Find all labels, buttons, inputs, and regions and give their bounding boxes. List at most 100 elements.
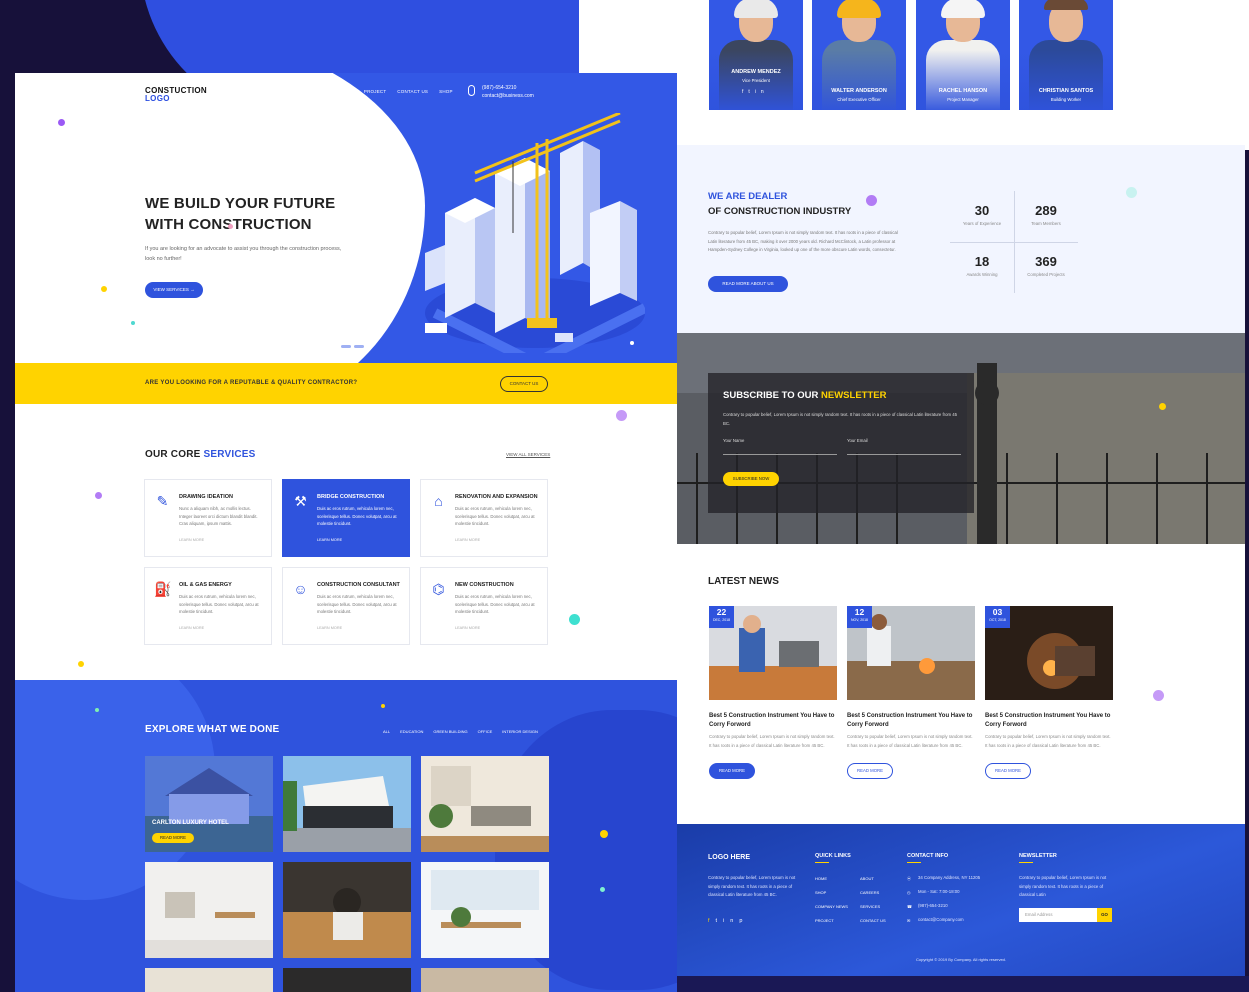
service-card[interactable]: ⚒ BRIDGE CONSTRUCTION Duis ac eros rutru… [282, 479, 410, 557]
view-all-services-link[interactable]: VIEW ALL SERVICES [506, 452, 550, 457]
news-card[interactable]: 22 DEC, 2018 Best 5 Construction Instrume… [709, 606, 837, 780]
main-nav: HOME PAGE SERVICES BLOG PROJECT CONTACT … [255, 89, 453, 94]
slide-dot[interactable] [328, 345, 338, 348]
project-tile[interactable] [145, 968, 273, 992]
footer-link[interactable]: SERVICES [860, 904, 880, 909]
renovation-icon: ⌂ [434, 493, 443, 509]
project-tile[interactable] [283, 968, 411, 992]
read-more-button[interactable]: READ MORE [847, 763, 893, 780]
learn-more-link[interactable]: LEARN MORE [317, 538, 342, 542]
team-card[interactable]: ANDREW MENDEZ Vice President ftin [709, 0, 803, 110]
contact-us-button[interactable]: CONTACT US [500, 376, 548, 392]
project-tile[interactable] [421, 862, 549, 958]
project-image [283, 756, 411, 852]
right-page: ANDREW MENDEZ Vice President ftin WALTER… [677, 0, 1245, 976]
service-card[interactable]: ✎ DRAWING IDEATION Nunc a aliquam nibh, … [144, 479, 272, 557]
footer-email-input[interactable]: Email Address [1019, 908, 1097, 922]
consultant-icon: ☺ [293, 581, 308, 597]
subscribe-button[interactable]: SUBSCRIBE NOW [723, 472, 779, 486]
footer-social: ftinp [708, 918, 748, 924]
newsletter-text: Contrary to popular belief, Lorem Ipsum … [723, 412, 958, 426]
mail-icon: ✉ [907, 918, 911, 923]
stats-grid: 30 Years of Experience 289 Team Members 18… [950, 191, 1078, 293]
helmet-icon [837, 0, 881, 18]
newsletter-section: SUBSCRIBE TO OUR NEWSLETTER Contrary to … [677, 333, 1245, 544]
read-more-button[interactable]: READ MORE [709, 763, 755, 780]
nav-page[interactable]: PAGE [280, 89, 293, 94]
nav-project[interactable]: PROJECT [364, 89, 386, 94]
nav-services[interactable]: SERVICES [304, 89, 328, 94]
learn-more-link[interactable]: LEARN MORE [455, 538, 480, 542]
site-logo[interactable]: CONSTUCTION LOGO [145, 87, 207, 103]
read-more-button[interactable]: READ MORE [985, 763, 1031, 780]
clock-icon: ◷ [907, 890, 911, 895]
nav-blog[interactable]: BLOG [340, 89, 353, 94]
stat-item: 289 Team Members [1031, 203, 1061, 226]
team-card[interactable]: RACHEL HANSON Project Manager [916, 0, 1010, 110]
footer-go-button[interactable]: GO [1097, 908, 1112, 922]
footer-link[interactable]: CAREERS [860, 890, 879, 895]
news-card[interactable]: 03 OCT, 2018 Best 5 Construction Instrume… [985, 606, 1113, 780]
project-tile[interactable] [283, 756, 411, 852]
service-card[interactable]: ⛽ OIL & GAS ENERGY Duis ac eros rutrum, … [144, 567, 272, 645]
footer-link[interactable]: CONTACT US [860, 918, 886, 923]
project-tile[interactable] [283, 862, 411, 958]
pinterest-icon[interactable]: p [739, 918, 748, 924]
read-more-about-button[interactable]: READ MORE ABOUT US [708, 276, 788, 292]
twitter-icon[interactable]: t [716, 918, 724, 924]
nav-contact[interactable]: CONTACT US [397, 89, 428, 94]
bridge-icon: ⚒ [294, 493, 307, 509]
view-services-button[interactable]: VIEW SERVICES → [145, 282, 203, 298]
learn-more-link[interactable]: LEARN MORE [179, 626, 204, 630]
news-image: 22 DEC, 2018 [709, 606, 837, 700]
news-card[interactable]: 12 NOV, 2018 Best 5 Construction Instrume… [847, 606, 975, 780]
newsletter-title: SUBSCRIBE TO OUR NEWSLETTER [723, 390, 887, 401]
date-badge: 03 OCT, 2018 [985, 606, 1010, 628]
team-card[interactable]: CHRISTIAN SANTOS Building Worker [1019, 0, 1113, 110]
email-input[interactable]: Your Email [847, 437, 961, 455]
filter-education[interactable]: EDUCATION [400, 729, 423, 734]
learn-more-link[interactable]: LEARN MORE [455, 626, 480, 630]
filter-all[interactable]: ALL [383, 729, 390, 734]
footer-link[interactable]: SHOP [815, 890, 826, 895]
read-more-button[interactable]: READ MORE [152, 833, 194, 843]
linkedin-icon[interactable]: in [723, 918, 739, 924]
about-section: WE ARE DEALER OF CONSTRUCTION INDUSTRY Co… [677, 145, 1245, 333]
project-tile[interactable] [145, 862, 273, 958]
project-tile[interactable] [421, 968, 549, 992]
project-tile[interactable] [421, 756, 549, 852]
hero-title: WE BUILD YOUR FUTURE WITH CONSTRUCTION [145, 195, 336, 233]
name-input[interactable]: Your Name [723, 437, 837, 455]
service-card[interactable]: ⌂ RENOVATION AND EXPANSION Duis ac eros … [420, 479, 548, 557]
learn-more-link[interactable]: LEARN MORE [317, 626, 342, 630]
footer-link[interactable]: COMPANY NEWS [815, 904, 848, 909]
nav-shop[interactable]: SHOP [439, 89, 453, 94]
slide-dot[interactable] [354, 345, 364, 348]
quick-links-title: QUICK LINKS [815, 853, 851, 859]
hero-description: If you are looking for an advocate to as… [145, 246, 342, 262]
oil-gas-icon: ⛽ [154, 581, 172, 597]
footer-logo[interactable]: LOGO HERE [708, 854, 750, 861]
helmet-icon [941, 0, 985, 18]
service-card[interactable]: ☺ CONSTRUCTION CONSULTANT Duis ac eros r… [282, 567, 410, 645]
footer-link[interactable]: HOME [815, 876, 827, 881]
footer-link[interactable]: ABOUT [860, 876, 874, 881]
explore-section: EXPLORE WHAT WE DONE ALL EDUCATION GREEN… [15, 680, 677, 992]
linkedin-icon[interactable]: in [755, 89, 769, 95]
slide-dot[interactable] [341, 345, 351, 348]
learn-more-link[interactable]: LEARN MORE [179, 538, 204, 542]
location-icon: ⦿ [907, 876, 911, 881]
facebook-icon[interactable]: f [708, 918, 716, 924]
cta-banner: ARE YOU LOOKING FOR A REPUTABLE & QUALIT… [15, 363, 677, 404]
new-construction-icon: ⌬ [432, 581, 445, 597]
team-card[interactable]: WALTER ANDERSON Chief Executive Officer [812, 0, 906, 110]
news-image: 03 OCT, 2018 [985, 606, 1113, 700]
filter-green-building[interactable]: GREEN BUILDING [433, 729, 467, 734]
filter-office[interactable]: OFFICE [478, 729, 493, 734]
footer-link[interactable]: PROJECT [815, 918, 834, 923]
project-tile[interactable]: CARLTON LUXURY HOTEL READ MORE [145, 756, 273, 852]
service-card[interactable]: ⌬ NEW CONSTRUCTION Duis ac eros rutrum, … [420, 567, 548, 645]
filter-interior-design[interactable]: INTERIOR DESIGN [502, 729, 538, 734]
nav-home[interactable]: HOME [255, 89, 269, 94]
footer: LOGO HERE Contrary to popular belief, Lo… [677, 824, 1245, 976]
